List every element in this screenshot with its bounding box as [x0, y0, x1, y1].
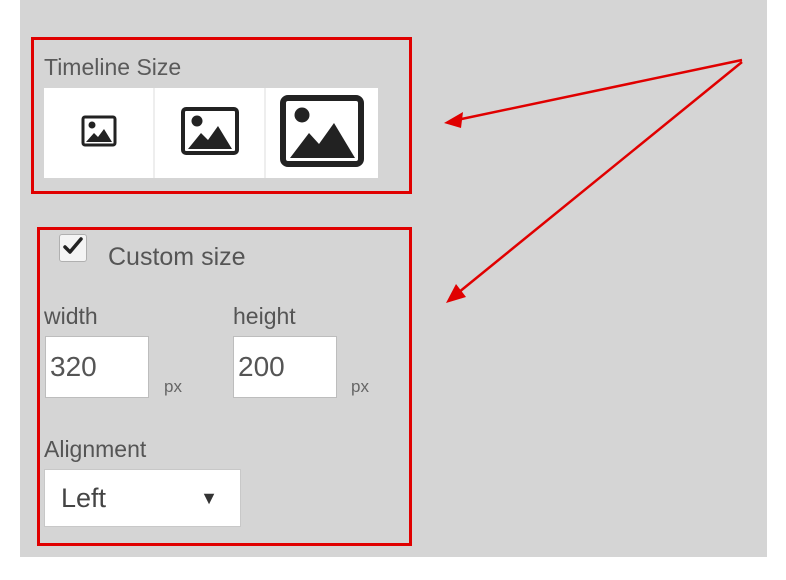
annotation-box-timeline-size	[31, 37, 412, 194]
annotation-box-custom-size	[37, 227, 412, 546]
